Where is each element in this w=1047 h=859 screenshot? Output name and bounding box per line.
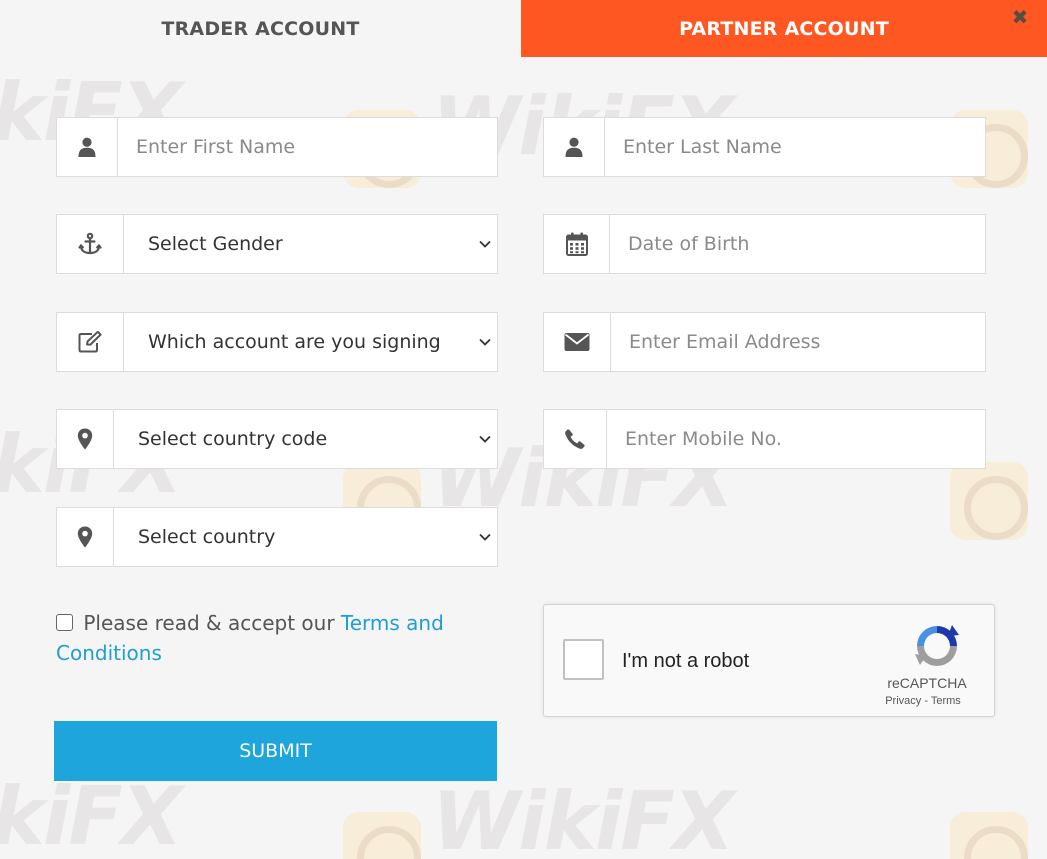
recaptcha-brand: reCAPTCHA <box>887 675 967 691</box>
recaptcha-checkbox[interactable] <box>563 639 604 680</box>
recaptcha-privacy-link[interactable]: Privacy <box>885 695 921 707</box>
user-icon <box>57 118 118 176</box>
tab-partner-account[interactable]: PARTNER ACCOUNT <box>521 0 1047 57</box>
account-type-select-value: Which account are you signing <box>148 331 441 353</box>
edit-icon <box>57 313 124 371</box>
chevron-down-icon <box>479 240 491 248</box>
map-marker-icon <box>57 508 114 566</box>
last-name-input[interactable]: Enter Last Name <box>605 118 985 176</box>
terms-agreement: Please read & accept our Terms and Condi… <box>56 608 496 668</box>
dob-input[interactable]: Date of Birth <box>610 215 985 273</box>
close-icon[interactable]: ✖ <box>1009 5 1031 29</box>
map-marker-icon <box>57 410 114 468</box>
calendar-icon <box>544 215 610 273</box>
envelope-icon <box>544 313 611 371</box>
chevron-down-icon <box>479 533 491 541</box>
chevron-down-icon <box>479 338 491 346</box>
recaptcha-widget: I'm not a robot reCAPTCHA Privacy - Term… <box>543 604 995 717</box>
phone-icon <box>544 410 607 468</box>
first-name-input[interactable]: Enter First Name <box>118 118 497 176</box>
mobile-input[interactable]: Enter Mobile No. <box>607 410 985 468</box>
tab-trader-account[interactable]: TRADER ACCOUNT <box>0 0 521 57</box>
dob-field: Date of Birth <box>543 214 986 274</box>
recaptcha-logo-icon <box>915 625 959 666</box>
terms-checkbox[interactable] <box>56 614 73 631</box>
watermark-logo <box>343 812 421 859</box>
country-code-select[interactable]: Select country code <box>114 410 497 468</box>
recaptcha-terms-link[interactable]: Terms <box>931 695 961 707</box>
email-field: Enter Email Address <box>543 312 986 372</box>
watermark-logo <box>950 812 1028 859</box>
recaptcha-links: Privacy - Terms <box>868 695 978 707</box>
gender-field: Select Gender <box>56 214 498 274</box>
account-type-field: Which account are you signing <box>56 312 498 372</box>
terms-text: Please read & accept our <box>83 611 335 635</box>
email-input[interactable]: Enter Email Address <box>611 313 985 371</box>
submit-button[interactable]: SUBMIT <box>54 721 497 781</box>
country-code-field: Select country code <box>56 409 498 469</box>
recaptcha-label: I'm not a robot <box>622 650 750 672</box>
recaptcha-link-separator: - <box>921 695 931 707</box>
watermark-text: WikiFX <box>432 775 735 859</box>
user-icon <box>544 118 605 176</box>
anchor-icon <box>57 215 124 273</box>
first-name-field: Enter First Name <box>56 117 498 177</box>
gender-select[interactable]: Select Gender <box>124 215 497 273</box>
country-select-value: Select country <box>138 526 276 548</box>
account-type-select[interactable]: Which account are you signing <box>124 313 497 371</box>
watermark-logo <box>950 462 1028 540</box>
watermark-text: WikiFX <box>0 770 183 859</box>
last-name-field: Enter Last Name <box>543 117 986 177</box>
country-field: Select country <box>56 507 498 567</box>
country-select[interactable]: Select country <box>114 508 497 566</box>
country-code-select-value: Select country code <box>138 428 328 450</box>
mobile-field: Enter Mobile No. <box>543 409 986 469</box>
chevron-down-icon <box>479 435 491 443</box>
gender-select-value: Select Gender <box>148 233 283 255</box>
